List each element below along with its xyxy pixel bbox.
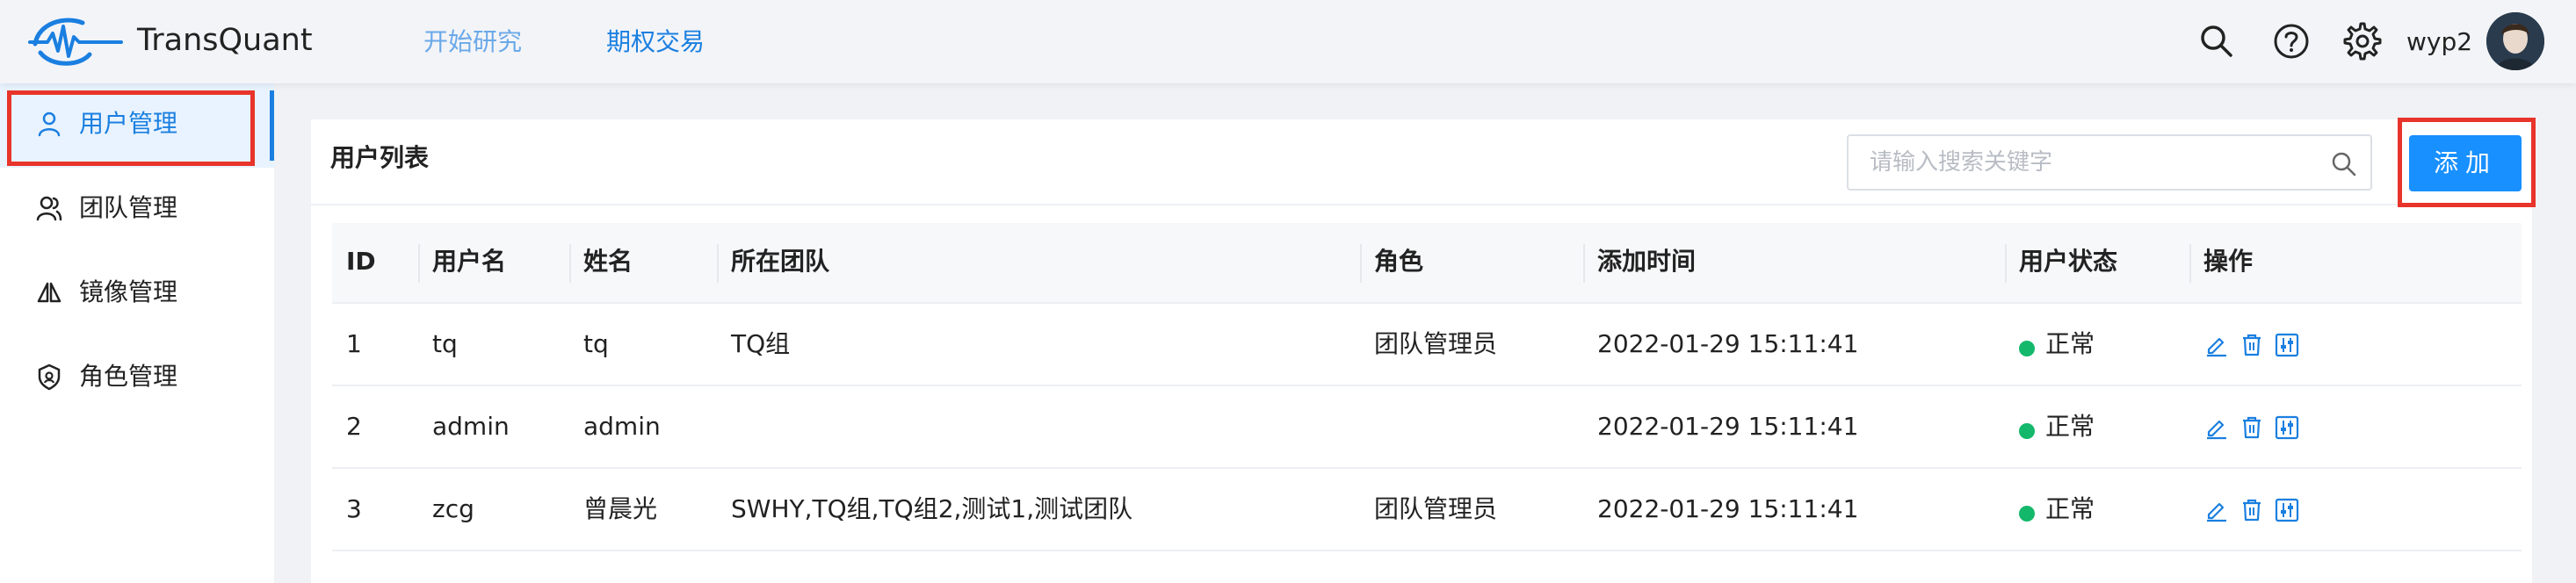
sidebar-item-label: 镜像管理	[79, 277, 178, 306]
cell-username: admin	[432, 412, 510, 441]
status-dot	[2019, 341, 2035, 356]
column-divider	[418, 244, 420, 283]
cell-name: admin	[583, 412, 661, 441]
sidebar-item-label: 用户管理	[79, 109, 178, 138]
search-icon[interactable]	[2196, 21, 2237, 61]
column-divider	[1583, 244, 1585, 283]
cell-added-time: 2022-01-29 15:11:41	[1597, 412, 1859, 441]
sidebar-item-mirror-management[interactable]: 镜像管理	[0, 252, 274, 336]
column-header-name: 姓名	[583, 247, 633, 276]
cell-role: 团队管理员	[1374, 494, 1498, 523]
user-list-card: 用户列表 添加 ID 用户名 姓名 所在团队 角色 添加时间 用户状态 操作	[311, 119, 2532, 583]
delete-icon[interactable]	[2239, 414, 2265, 441]
sidebar: 用户管理 团队管理 镜像管理 角色管理	[0, 83, 274, 583]
cell-username: tq	[432, 329, 458, 358]
search-icon	[2332, 152, 2356, 176]
mirror-icon	[37, 282, 62, 303]
add-button[interactable]: 添加	[2409, 135, 2522, 191]
divider	[311, 204, 2532, 205]
username[interactable]: wyp2	[2406, 25, 2472, 60]
transquant-logo-icon[interactable]	[28, 12, 125, 70]
page-title: 用户列表	[330, 143, 430, 172]
settings-sliders-icon[interactable]	[2274, 414, 2300, 441]
search-field[interactable]	[1847, 134, 2332, 191]
cell-id: 2	[346, 412, 362, 441]
column-header-role: 角色	[1374, 247, 1424, 276]
column-header-status: 用户状态	[2019, 247, 2118, 276]
column-divider	[2189, 244, 2191, 283]
cell-name: 曾晨光	[583, 494, 658, 523]
sidebar-item-role-management[interactable]: 角色管理	[0, 336, 274, 421]
cell-name: tq	[583, 329, 609, 358]
cell-team: SWHY,TQ组,TQ组2,测试1,测试团队	[731, 494, 1133, 523]
delete-icon[interactable]	[2239, 332, 2265, 358]
avatar[interactable]	[2486, 12, 2544, 70]
user-icon	[38, 112, 61, 137]
cell-status: 正常	[2045, 494, 2095, 523]
column-divider	[717, 244, 719, 283]
settings-sliders-icon[interactable]	[2274, 332, 2300, 358]
brand-name[interactable]: TransQuant	[137, 21, 313, 60]
team-icon	[36, 196, 62, 221]
cell-added-time: 2022-01-29 15:11:41	[1597, 494, 1859, 523]
cell-role: 团队管理员	[1374, 329, 1498, 358]
column-header-id: ID	[346, 247, 376, 276]
status-dot	[2019, 423, 2035, 439]
column-divider	[1360, 244, 1362, 283]
sidebar-item-label: 团队管理	[79, 193, 178, 222]
column-header-username: 用户名	[432, 247, 507, 276]
column-divider	[569, 244, 571, 283]
table-header: ID 用户名 姓名 所在团队 角色 添加时间 用户状态 操作	[332, 223, 2522, 304]
edit-icon[interactable]	[2203, 414, 2230, 441]
nav-start-research[interactable]: 开始研究	[423, 25, 522, 60]
cell-username: zcg	[432, 494, 474, 523]
column-header-added-time: 添加时间	[1597, 247, 1697, 276]
edit-icon[interactable]	[2203, 332, 2230, 358]
search-button[interactable]	[2316, 134, 2372, 191]
gear-icon[interactable]	[2342, 21, 2383, 61]
top-header: TransQuant 开始研究 期权交易 wyp2	[0, 0, 2576, 83]
table-row: 3 zcg 曾晨光 SWHY,TQ组,TQ组2,测试1,测试团队 团队管理员 2…	[332, 469, 2522, 551]
table-row: 2 admin admin 2022-01-29 15:11:41 正常	[332, 386, 2522, 469]
cell-status: 正常	[2045, 412, 2095, 441]
edit-icon[interactable]	[2203, 497, 2230, 523]
shield-icon	[38, 363, 61, 391]
delete-icon[interactable]	[2239, 497, 2265, 523]
sidebar-item-team-management[interactable]: 团队管理	[0, 168, 274, 252]
column-header-actions: 操作	[2203, 247, 2254, 276]
nav-option-trading[interactable]: 期权交易	[606, 25, 705, 60]
cell-added-time: 2022-01-29 15:11:41	[1597, 329, 1859, 358]
column-header-team: 所在团队	[731, 247, 830, 276]
cell-id: 1	[346, 329, 362, 358]
cell-team: TQ组	[731, 329, 791, 358]
status-dot	[2019, 506, 2035, 522]
settings-sliders-icon[interactable]	[2274, 497, 2300, 523]
cell-status: 正常	[2045, 329, 2095, 358]
table-row: 1 tq tq TQ组 团队管理员 2022-01-29 15:11:41 正常	[332, 304, 2522, 386]
column-divider	[2005, 244, 2007, 283]
sidebar-item-label: 角色管理	[79, 362, 178, 391]
help-icon[interactable]	[2271, 21, 2312, 61]
cell-id: 3	[346, 494, 362, 523]
sidebar-item-user-management[interactable]: 用户管理	[0, 83, 274, 168]
search-input[interactable]	[1849, 136, 2316, 189]
